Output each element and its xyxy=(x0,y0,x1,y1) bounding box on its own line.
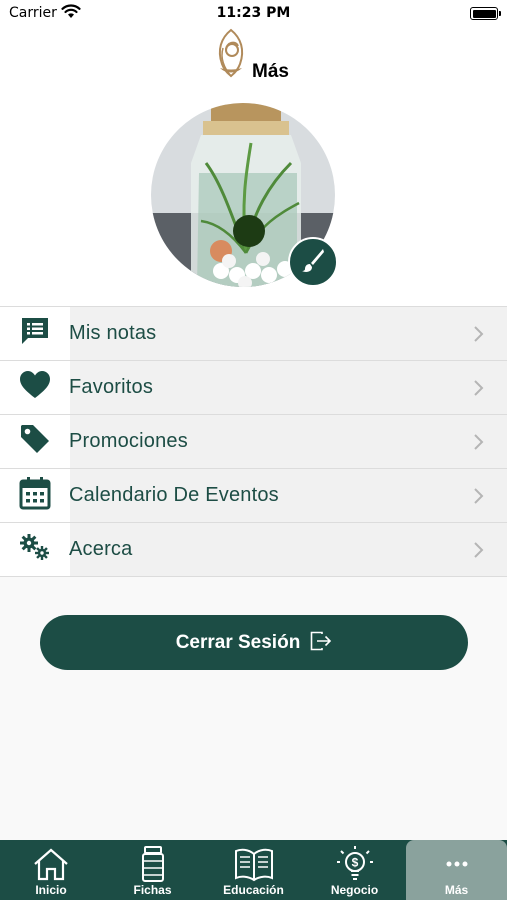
chevron-right-icon xyxy=(473,541,485,564)
tab-fichas[interactable]: Fichas xyxy=(102,840,203,900)
menu-item-label: Mis notas xyxy=(69,322,157,344)
gears-icon xyxy=(19,533,51,566)
battery-icon xyxy=(470,7,501,20)
bottle-icon xyxy=(141,845,165,883)
menu-item-label: Acerca xyxy=(69,538,133,560)
svg-text:$: $ xyxy=(351,856,358,870)
chevron-right-icon xyxy=(473,487,485,510)
menu-item-calendario-de-eventos[interactable]: Calendario De Eventos xyxy=(0,469,507,523)
logout-button[interactable]: Cerrar Sesión xyxy=(40,615,468,670)
tab-label: Fichas xyxy=(133,883,172,897)
tab-label: Más xyxy=(444,883,469,897)
menu-item-label: Promociones xyxy=(69,430,188,452)
tab-label: Educación xyxy=(223,883,284,897)
menu-item-label: Calendario De Eventos xyxy=(69,484,279,506)
status-bar: Carrier 11:23 PM xyxy=(0,0,507,28)
lightbulb-dollar-icon: $ xyxy=(336,845,374,883)
logout-icon xyxy=(310,631,332,654)
calendar-icon xyxy=(19,476,51,515)
tab-mas[interactable]: Más xyxy=(406,840,507,900)
menu-item-mis-notas[interactable]: Mis notas xyxy=(0,307,507,361)
book-icon xyxy=(234,845,274,883)
more-icon xyxy=(445,845,469,883)
tab-bar: Inicio Fichas Educación $ Negocio Más xyxy=(0,840,507,900)
tab-label: Inicio xyxy=(35,883,67,897)
tab-label: Negocio xyxy=(330,883,379,897)
more-menu: Mis notas Favoritos Promociones Calendar… xyxy=(0,306,507,577)
tab-negocio[interactable]: $ Negocio xyxy=(304,840,405,900)
edit-avatar-button[interactable] xyxy=(288,237,338,287)
paintbrush-icon xyxy=(300,247,326,278)
notes-icon xyxy=(19,315,51,352)
logout-label: Cerrar Sesión xyxy=(175,631,301,653)
tag-icon xyxy=(19,423,51,460)
chevron-right-icon xyxy=(473,379,485,402)
chevron-right-icon xyxy=(473,325,485,348)
clock: 11:23 PM xyxy=(216,5,291,21)
tab-educacion[interactable]: Educación xyxy=(203,840,304,900)
home-icon xyxy=(32,845,70,883)
menu-item-promociones[interactable]: Promociones xyxy=(0,415,507,469)
page-title: Más xyxy=(252,61,289,82)
menu-item-favoritos[interactable]: Favoritos xyxy=(0,361,507,415)
profile-section xyxy=(0,88,507,306)
header: Más xyxy=(0,28,507,88)
chevron-right-icon xyxy=(473,433,485,456)
brand-logo-icon xyxy=(214,28,248,83)
heart-icon xyxy=(19,370,51,405)
tab-inicio[interactable]: Inicio xyxy=(0,840,102,900)
menu-item-label: Favoritos xyxy=(69,376,154,398)
menu-item-acerca[interactable]: Acerca xyxy=(0,523,507,577)
